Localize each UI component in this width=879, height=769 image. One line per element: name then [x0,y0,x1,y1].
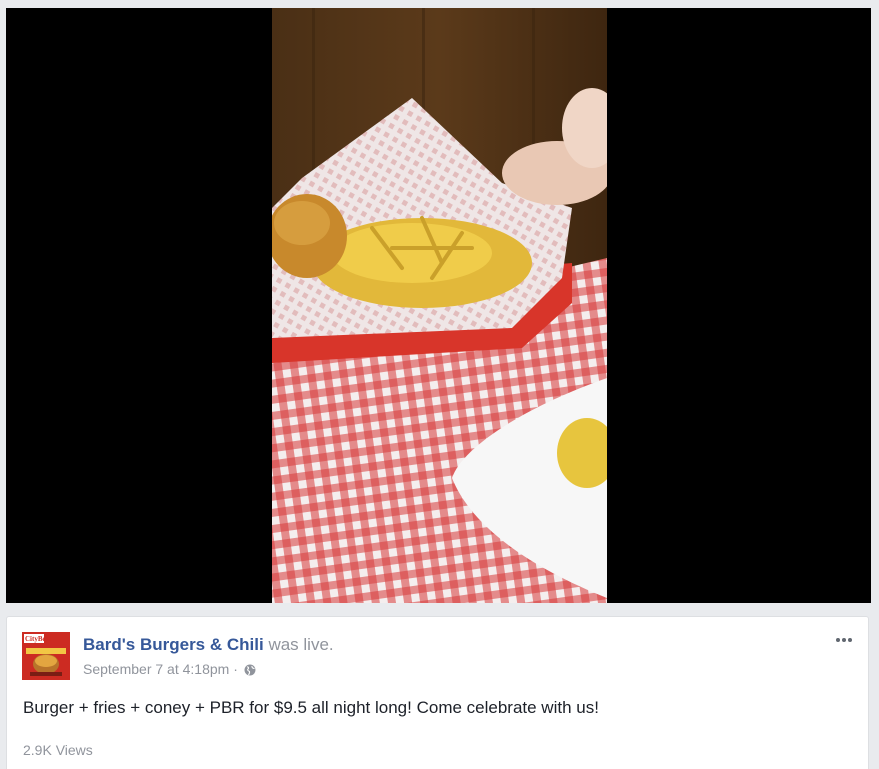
svg-text:CityBeat: CityBeat [25,635,52,643]
citybeat-logo-icon: CityBeat [22,632,70,680]
video-still-food-tray [272,8,607,603]
facebook-post-page: CityBeat Bard's Burgers & Chili was live… [0,0,879,769]
post-header: Bard's Burgers & Chili was live. [83,634,334,656]
post-action-text: was live. [268,635,334,654]
view-count: 2.9K Views [23,742,93,758]
post-timestamp[interactable]: September 7 at 4:18pm [83,661,229,677]
page-avatar[interactable]: CityBeat [22,632,70,680]
meta-separator: · [233,661,238,677]
globe-icon[interactable] [244,662,256,680]
more-options-icon[interactable] [832,631,856,649]
video-frame[interactable] [272,8,607,603]
post-meta: September 7 at 4:18pm · [83,660,256,680]
post-message: Burger + fries + coney + PBR for $9.5 al… [23,698,599,717]
page-name-link[interactable]: Bard's Burgers & Chili [83,635,264,654]
post-card: CityBeat Bard's Burgers & Chili was live… [6,616,869,769]
live-video-player[interactable] [6,8,871,603]
